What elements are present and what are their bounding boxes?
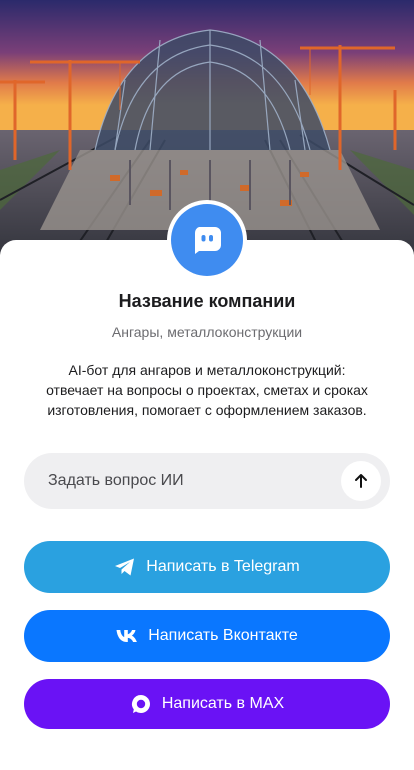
company-avatar <box>167 200 247 280</box>
vk-button-label: Написать Вконтакте <box>148 627 298 644</box>
ask-ai-input[interactable] <box>24 453 341 509</box>
chat-bubble-icon <box>194 227 221 254</box>
max-icon <box>131 695 150 713</box>
telegram-button[interactable]: Написать в Telegram <box>24 541 390 593</box>
vk-button[interactable]: Написать Вконтакте <box>24 610 390 662</box>
arrow-up-icon <box>355 474 367 488</box>
company-name: Название компании <box>118 291 296 311</box>
max-button-label: Написать в MAX <box>161 695 285 712</box>
send-button[interactable] <box>341 461 381 501</box>
telegram-button-label: Написать в Telegram <box>146 558 300 575</box>
chat-bot-icon <box>171 204 243 276</box>
company-description: AI-бот для ангаров и металлоконструкций:… <box>46 362 368 418</box>
company-subtitle: Ангары, металлоконструкции <box>111 324 303 340</box>
max-button[interactable]: Написать в MAX <box>24 679 390 729</box>
vk-icon <box>116 630 138 642</box>
telegram-icon <box>115 558 135 576</box>
ask-ai-field <box>24 453 390 509</box>
